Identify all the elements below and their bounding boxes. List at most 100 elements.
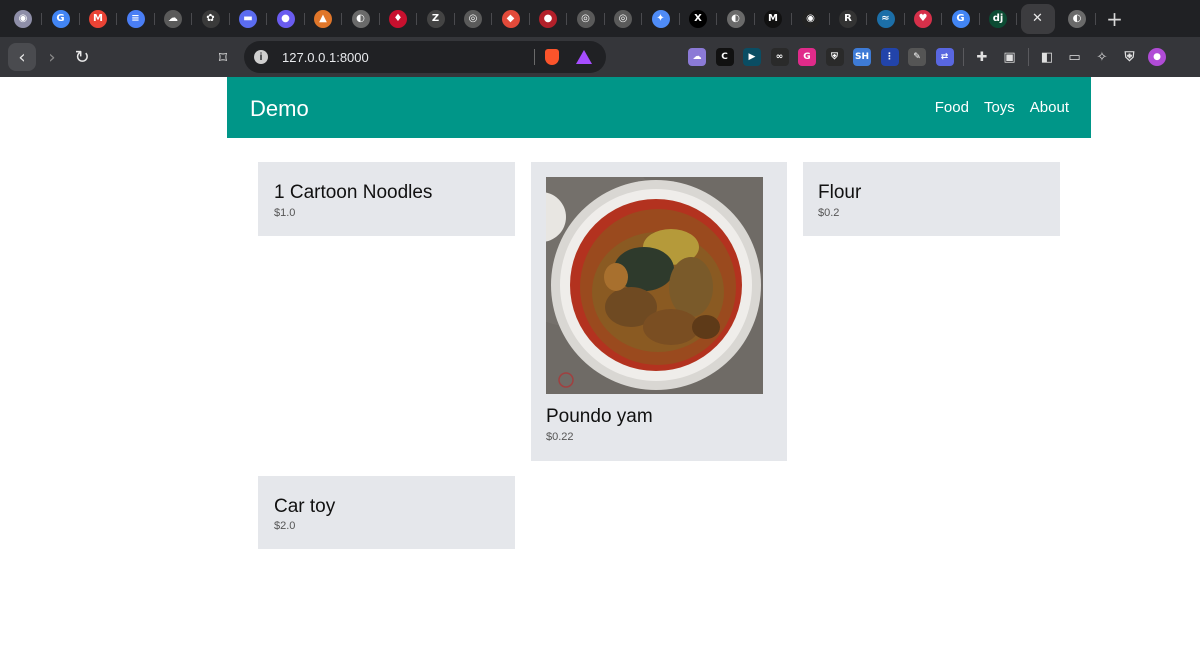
brave-rewards-icon[interactable] bbox=[576, 50, 592, 64]
browser-tab[interactable]: ● bbox=[271, 4, 305, 34]
cloud-ext-icon[interactable]: ☁ bbox=[688, 48, 706, 66]
browser-tab[interactable]: ▲ bbox=[308, 4, 342, 34]
tab-divider bbox=[191, 12, 192, 25]
address-bar[interactable]: i 127.0.0.1:8000 bbox=[244, 41, 606, 73]
play-ext-icon[interactable]: ▶ bbox=[743, 48, 761, 66]
browser-tab[interactable]: ✿ bbox=[196, 4, 230, 34]
product-price: $2.0 bbox=[274, 520, 296, 532]
reload-icon: ↻ bbox=[74, 46, 90, 68]
browser-tab[interactable]: ◐ bbox=[1062, 4, 1096, 34]
product-name: 1 Cartoon Noodles bbox=[274, 182, 433, 203]
browser-tab[interactable]: R bbox=[833, 4, 867, 34]
wallet-icon[interactable]: ▭ bbox=[1066, 48, 1084, 66]
browser-tab[interactable]: M bbox=[83, 4, 117, 34]
url-text[interactable]: 127.0.0.1:8000 bbox=[282, 50, 369, 65]
sidebar-icon[interactable]: ◧ bbox=[1038, 48, 1056, 66]
brave-shield-icon[interactable] bbox=[545, 49, 559, 65]
browser-tab[interactable]: ✦ bbox=[646, 4, 680, 34]
site-brand[interactable]: Demo bbox=[250, 96, 309, 122]
browser-tab[interactable]: ◉ bbox=[8, 4, 42, 34]
browser-tab[interactable]: ♦ bbox=[383, 4, 417, 34]
ai-orb-icon: ● bbox=[276, 9, 295, 28]
product-name: Flour bbox=[818, 182, 862, 203]
puzzle-icon[interactable]: ✚ bbox=[973, 48, 991, 66]
tab-divider bbox=[153, 12, 155, 25]
browser-tab[interactable]: ▬ bbox=[233, 4, 267, 34]
product-card[interactable]: Poundo yam $0.22 bbox=[531, 162, 787, 461]
feather-ext-icon[interactable]: ✎ bbox=[908, 48, 926, 66]
browser-tab[interactable]: ◎ bbox=[608, 4, 642, 34]
product-name: Poundo yam bbox=[546, 406, 653, 427]
openai-icon: ✿ bbox=[201, 9, 220, 28]
brave-shield-icon[interactable]: ⛨ bbox=[1121, 48, 1139, 66]
browser-tab[interactable]: ✕ bbox=[1020, 3, 1055, 34]
browser-tab[interactable]: ≡ bbox=[121, 4, 155, 34]
gmail-icon: M bbox=[89, 9, 107, 28]
browser-tab[interactable]: ≈ bbox=[871, 4, 905, 34]
colorful-icon: ◆ bbox=[501, 9, 520, 28]
fox-icon: ▲ bbox=[314, 9, 332, 28]
tab-divider bbox=[341, 12, 342, 25]
circle-user-icon: ◉ bbox=[14, 9, 32, 28]
red-circle-icon: ● bbox=[539, 9, 557, 28]
dots-ext-icon[interactable]: ⋮ bbox=[880, 48, 899, 66]
product-price: $0.22 bbox=[546, 431, 574, 443]
bookmark-icon: ⌑ bbox=[218, 47, 228, 67]
product-price: $0.2 bbox=[818, 207, 840, 219]
forward-button[interactable]: › bbox=[38, 43, 66, 71]
wave-icon: ≈ bbox=[876, 9, 895, 28]
browser-tab[interactable]: ● bbox=[533, 4, 567, 34]
product-card[interactable]: Flour $0.2 bbox=[803, 162, 1060, 236]
page-viewport: Demo Food Toys About 1 Cartoon Noodles $… bbox=[0, 77, 1200, 668]
browser-tab[interactable]: Z bbox=[421, 4, 455, 34]
nav-link-toys[interactable]: Toys bbox=[984, 99, 1015, 116]
browser-tab[interactable]: ◆ bbox=[496, 4, 530, 34]
tab-divider bbox=[791, 12, 792, 25]
sh-ext-icon[interactable]: SH bbox=[853, 48, 871, 66]
browser-tab[interactable]: G bbox=[946, 4, 980, 34]
chat-icon: ◎ bbox=[614, 9, 632, 28]
reload-button[interactable]: ↻ bbox=[68, 43, 96, 71]
nav-link-about[interactable]: About bbox=[1030, 99, 1069, 116]
tab-divider bbox=[978, 12, 980, 25]
browser-tab[interactable]: ◐ bbox=[346, 4, 380, 34]
shield-ext-icon[interactable]: ⛨ bbox=[825, 48, 844, 66]
tab-divider bbox=[603, 12, 605, 25]
reader-icon[interactable]: ▣ bbox=[1001, 48, 1019, 66]
back-button[interactable]: ‹ bbox=[8, 43, 36, 71]
django-icon: dj bbox=[989, 9, 1007, 28]
x-icon: X bbox=[689, 9, 707, 28]
profile-icon[interactable]: ● bbox=[1148, 48, 1166, 66]
tab-divider bbox=[866, 12, 867, 25]
browser-tab[interactable]: X bbox=[683, 4, 717, 34]
browser-tab[interactable]: ◎ bbox=[571, 4, 605, 34]
link-ext-icon[interactable]: ∞ bbox=[770, 48, 789, 66]
tab-divider bbox=[1095, 12, 1096, 25]
product-card[interactable]: Car toy $2.0 bbox=[258, 476, 515, 549]
site-info-icon[interactable]: i bbox=[254, 50, 268, 64]
tab-divider bbox=[753, 12, 755, 25]
product-card[interactable]: 1 Cartoon Noodles $1.0 bbox=[258, 162, 515, 236]
bookmark-button[interactable]: ⌑ bbox=[212, 43, 234, 71]
extensions-area: ☁ C ▶ ∞ G ⛨ SH ⋮ ✎ ⇄ ✚ ▣ ◧ ▭ ✧ ⛨ ● bbox=[688, 45, 1176, 69]
c-ext-icon[interactable]: C bbox=[715, 48, 734, 66]
sparkle-icon[interactable]: ✧ bbox=[1093, 48, 1111, 66]
tab-divider bbox=[716, 12, 717, 25]
g-ext-icon[interactable]: G bbox=[798, 48, 816, 66]
browser-tab[interactable]: ♥ bbox=[908, 4, 942, 34]
tab-divider bbox=[491, 12, 492, 25]
browser-tab[interactable]: M bbox=[758, 4, 792, 34]
cloud-icon: ☁ bbox=[164, 9, 182, 28]
new-tab-button[interactable]: + bbox=[1100, 7, 1130, 31]
browser-tab[interactable]: G bbox=[46, 4, 80, 34]
product-name: Car toy bbox=[274, 496, 336, 517]
tab-divider bbox=[41, 12, 42, 25]
browser-tab[interactable]: ◎ bbox=[458, 4, 492, 34]
browser-tab[interactable]: ◉ bbox=[796, 4, 830, 34]
translate-ext-icon[interactable]: ⇄ bbox=[935, 48, 954, 66]
nav-link-food[interactable]: Food bbox=[935, 99, 969, 116]
product-image bbox=[546, 177, 763, 394]
browser-tab[interactable]: ◐ bbox=[721, 4, 755, 34]
browser-tab[interactable]: ☁ bbox=[158, 4, 192, 34]
browser-tab[interactable]: dj bbox=[983, 4, 1017, 34]
